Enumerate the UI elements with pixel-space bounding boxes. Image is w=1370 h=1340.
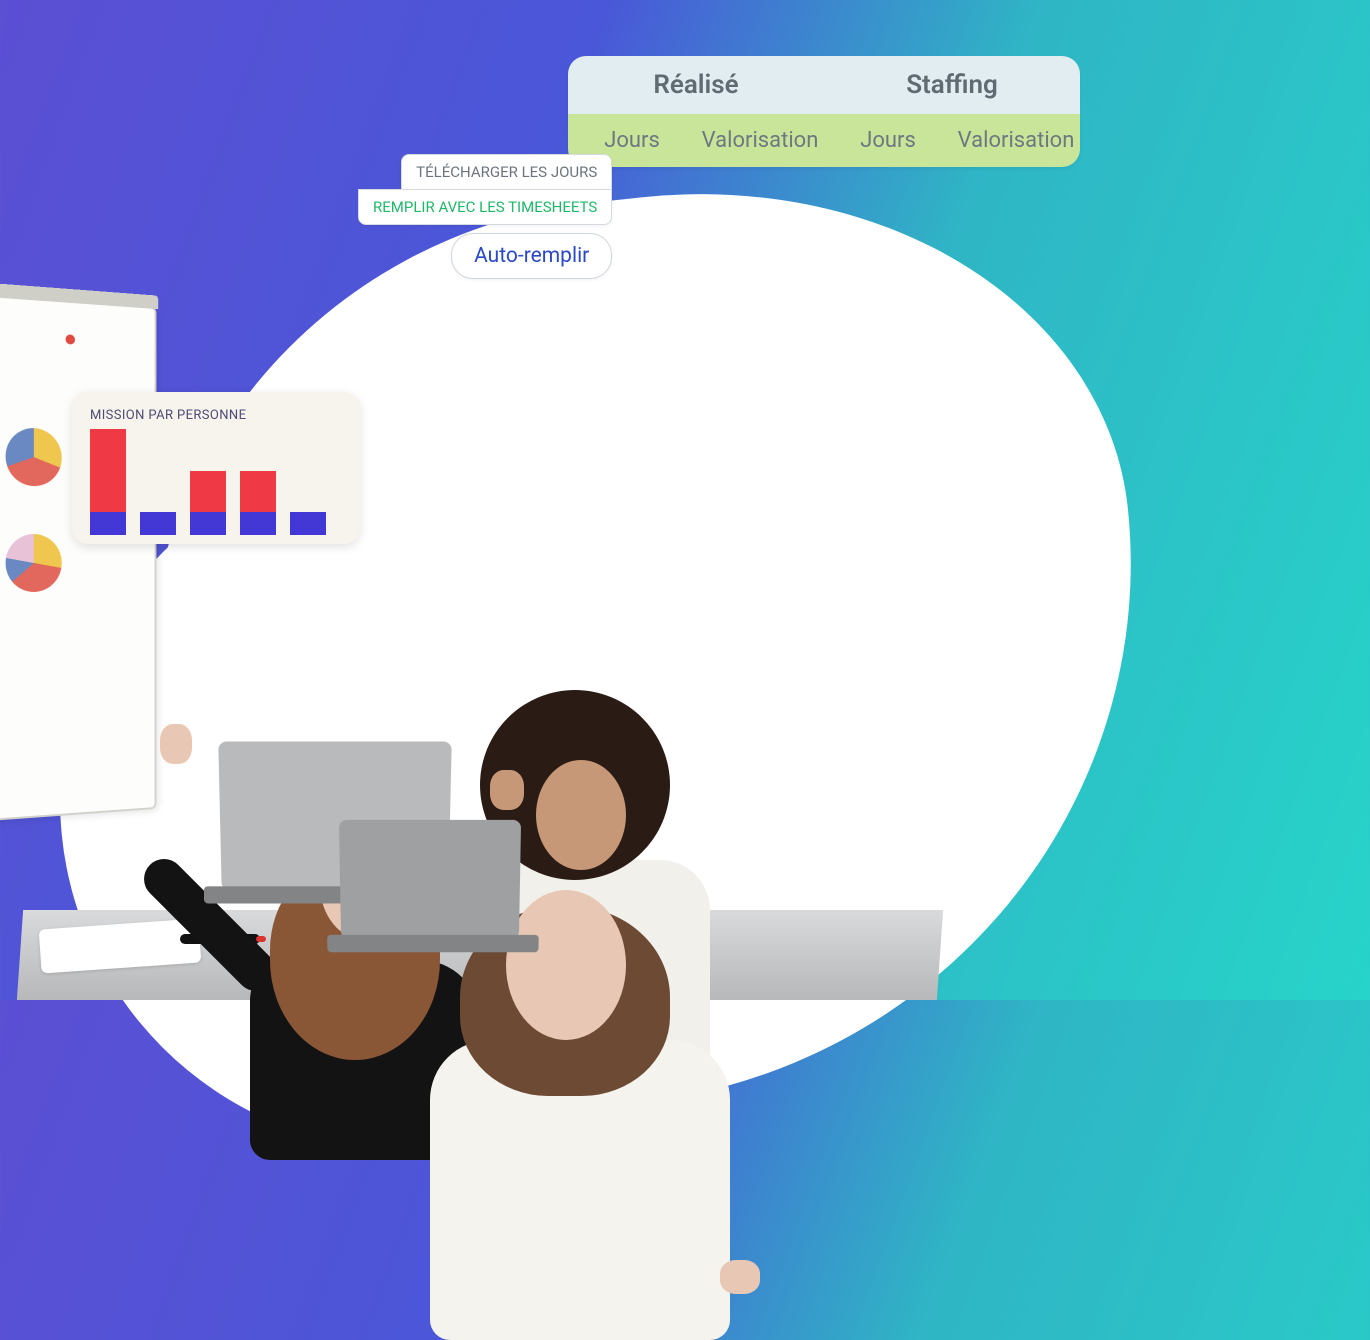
table-header-realise: Réalisé	[568, 56, 824, 114]
subheader-valorisation: Valorisation	[952, 114, 1080, 167]
bar-column	[140, 512, 176, 535]
download-days-button[interactable]: TÉLÉCHARGER LES JOURS	[401, 154, 612, 189]
bar-column	[90, 429, 126, 535]
bar-segment-blue	[90, 512, 126, 535]
table-header-staffing: Staffing	[824, 56, 1080, 114]
bar-segment-red	[90, 429, 126, 512]
pin-icon	[66, 334, 75, 344]
staffing-table: Réalisé Staffing Jours Valorisation Jour…	[568, 56, 1080, 167]
mission-bar-chart	[90, 431, 342, 535]
chart-title: MISSION PAR PERSONNE	[90, 408, 342, 423]
bar-segment-blue	[140, 512, 176, 535]
bar-segment-red	[240, 471, 276, 513]
bar-segment-blue	[190, 512, 226, 535]
bar-column	[240, 471, 276, 535]
mission-par-personne-card: MISSION PAR PERSONNE	[72, 392, 360, 544]
subheader-jours: Jours	[824, 114, 952, 167]
action-buttons: TÉLÉCHARGER LES JOURS REMPLIR AVEC LES T…	[358, 154, 612, 279]
fill-timesheets-button[interactable]: REMPLIR AVEC LES TIMESHEETS	[358, 189, 612, 225]
bar-segment-blue	[290, 512, 326, 535]
bar-segment-red	[190, 471, 226, 513]
auto-fill-button[interactable]: Auto-remplir	[451, 233, 612, 279]
bar-segment-blue	[240, 512, 276, 535]
bar-column	[190, 471, 226, 535]
laptop	[339, 820, 521, 939]
subheader-valorisation: Valorisation	[696, 114, 824, 167]
bar-column	[290, 512, 326, 535]
